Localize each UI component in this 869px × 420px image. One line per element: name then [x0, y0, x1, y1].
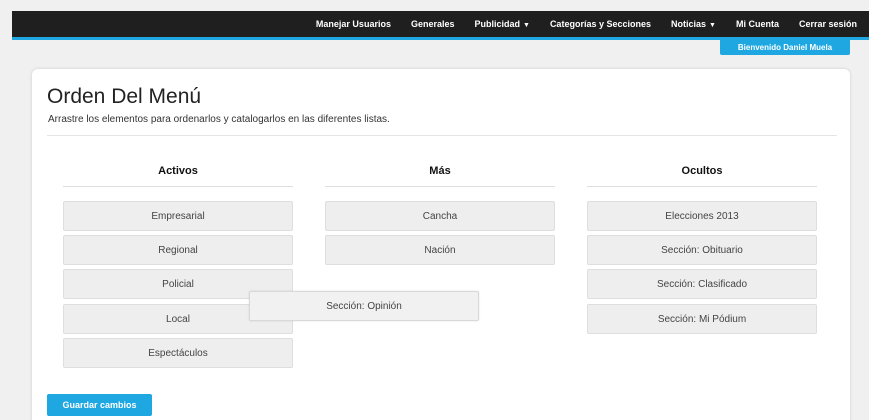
column-divider [63, 186, 293, 187]
sortable-item-mas[interactable]: Cancha [325, 201, 555, 231]
top-navbar: Manejar Usuarios Generales Publicidad ▼ C… [12, 11, 869, 40]
caret-down-icon: ▼ [523, 22, 530, 29]
column-header-mas: Más [429, 165, 451, 177]
sortable-item-ocultos[interactable]: Sección: Mi Pódium [587, 304, 817, 334]
sortable-item-activos[interactable]: Empresarial [63, 201, 293, 231]
caret-down-icon: ▼ [709, 22, 716, 29]
sortable-item-mas[interactable]: Nación [325, 235, 555, 265]
nav-cerrar-sesion[interactable]: Cerrar sesión [799, 19, 857, 29]
column-divider [587, 186, 817, 187]
page-subtitle: Arrastre los elementos para ordenarlos y… [48, 114, 390, 125]
save-changes-button[interactable]: Guardar cambios [47, 394, 152, 416]
sortable-item-activos[interactable]: Regional [63, 235, 293, 265]
main-nav: Manejar Usuarios Generales Publicidad ▼ C… [296, 11, 857, 37]
nav-noticias-dropdown[interactable]: Noticias ▼ [671, 19, 716, 29]
column-header-ocultos: Ocultos [681, 165, 723, 177]
page-title: Orden Del Menú [47, 85, 202, 108]
sortable-item-ocultos[interactable]: Elecciones 2013 [587, 201, 817, 231]
sortable-item-ocultos[interactable]: Sección: Obituario [587, 235, 817, 265]
nav-manejar-usuarios[interactable]: Manejar Usuarios [316, 19, 391, 29]
column-header-activos: Activos [158, 165, 198, 177]
nav-generales[interactable]: Generales [411, 19, 455, 29]
nav-publicidad-dropdown[interactable]: Publicidad ▼ [474, 19, 529, 29]
nav-categorias-secciones[interactable]: Categorías y Secciones [550, 19, 651, 29]
column-divider [325, 186, 555, 187]
welcome-badge: Bienvenido Daniel Muela [720, 40, 850, 55]
sortable-item-ocultos[interactable]: Sección: Clasificado [587, 269, 817, 299]
nav-mi-cuenta[interactable]: Mi Cuenta [736, 19, 779, 29]
sortable-item-activos[interactable]: Espectáculos [63, 338, 293, 368]
header-divider [47, 135, 837, 136]
dragging-item[interactable]: Sección: Opinión [249, 291, 479, 321]
